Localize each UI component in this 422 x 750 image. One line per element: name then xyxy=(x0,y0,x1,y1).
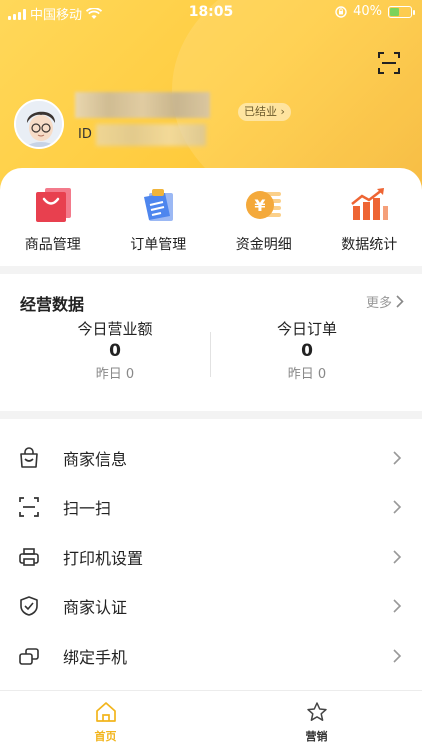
tab-marketing[interactable]: 营销 xyxy=(211,691,422,750)
chevron-right-icon xyxy=(393,451,402,465)
star-icon xyxy=(306,702,327,721)
section-divider xyxy=(0,411,422,419)
phone-link-icon xyxy=(19,647,39,665)
settings-menu: 商家信息 扫一扫 打印机设置 商家认证 绑定手机 xyxy=(0,433,422,681)
quick-action-orders[interactable]: 订单管理 xyxy=(106,186,212,254)
battery-percent: 40% xyxy=(353,4,382,19)
svg-text:¥: ¥ xyxy=(254,196,265,215)
stat-value: 0 xyxy=(109,341,121,361)
more-link[interactable]: 更多 xyxy=(366,292,404,311)
store-icon xyxy=(20,446,38,468)
stat-divider xyxy=(210,332,211,377)
quick-action-stats[interactable]: 数据统计 xyxy=(317,186,422,254)
scan-icon[interactable] xyxy=(378,52,400,74)
quick-action-label: 商品管理 xyxy=(24,237,81,253)
id-label: ID xyxy=(78,127,92,142)
more-label: 更多 xyxy=(365,296,392,311)
tab-label: 首页 xyxy=(94,730,117,743)
quick-action-funds[interactable]: ¥ 资金明细 xyxy=(211,186,317,254)
shield-check-icon xyxy=(20,596,38,617)
scan-icon xyxy=(19,497,39,518)
menu-item-label: 扫一扫 xyxy=(63,499,112,519)
menu-item-bind-phone[interactable]: 绑定手机 xyxy=(0,631,422,681)
status-bar: 中国移动 18:05 40% xyxy=(0,0,422,26)
menu-item-merchant-info[interactable]: 商家信息 xyxy=(0,433,422,483)
clipboard-icon xyxy=(144,189,174,221)
tab-bar: 首页 营销 xyxy=(0,690,422,750)
chevron-right-icon xyxy=(393,550,402,564)
menu-item-label: 商家信息 xyxy=(63,449,128,469)
stat-today-orders[interactable]: 今日订单 0 昨日 0 xyxy=(212,318,402,382)
menu-item-printer[interactable]: 打印机设置 xyxy=(0,532,422,582)
chevron-right-icon xyxy=(393,649,402,663)
avatar-image xyxy=(16,101,62,147)
avatar[interactable] xyxy=(14,99,64,149)
section-divider xyxy=(0,266,422,274)
stat-title: 今日订单 xyxy=(276,320,337,338)
menu-item-certification[interactable]: 商家认证 xyxy=(0,582,422,632)
quick-action-label: 数据统计 xyxy=(341,237,398,253)
home-icon xyxy=(95,702,116,722)
merchant-id-redacted xyxy=(96,124,206,146)
chevron-right-icon xyxy=(393,500,402,514)
battery-icon xyxy=(388,5,415,18)
orientation-lock-icon xyxy=(335,5,347,18)
stat-today-revenue[interactable]: 今日营业额 0 昨日 0 xyxy=(20,318,210,382)
quick-actions-card: 商品管理 订单管理 ¥ 资金明细 数据统计 xyxy=(0,168,422,268)
stat-yesterday: 昨日 0 xyxy=(287,367,327,382)
printer-icon xyxy=(19,547,39,566)
menu-item-label: 商家认证 xyxy=(63,598,128,618)
stat-yesterday: 昨日 0 xyxy=(95,367,135,382)
quick-action-products[interactable]: 商品管理 xyxy=(0,186,106,254)
yuan-coin-icon: ¥ xyxy=(245,191,281,219)
merchant-name-redacted xyxy=(75,92,210,118)
stat-value: 0 xyxy=(301,341,313,361)
menu-item-scan[interactable]: 扫一扫 xyxy=(0,483,422,533)
operations-title: 经营数据 xyxy=(20,295,85,314)
shopping-bag-icon xyxy=(35,188,71,222)
quick-action-label: 订单管理 xyxy=(130,237,187,253)
chevron-right-icon xyxy=(396,295,404,308)
menu-item-label: 绑定手机 xyxy=(63,647,128,667)
quick-action-label: 资金明细 xyxy=(235,237,292,253)
menu-item-label: 打印机设置 xyxy=(63,548,144,568)
chevron-right-icon xyxy=(393,599,402,613)
stat-title: 今日营业额 xyxy=(77,320,153,338)
tab-label: 营销 xyxy=(305,730,328,743)
bar-chart-icon xyxy=(351,188,389,220)
tab-home[interactable]: 首页 xyxy=(0,691,211,750)
status-badge[interactable]: 已结业 › xyxy=(238,103,291,121)
